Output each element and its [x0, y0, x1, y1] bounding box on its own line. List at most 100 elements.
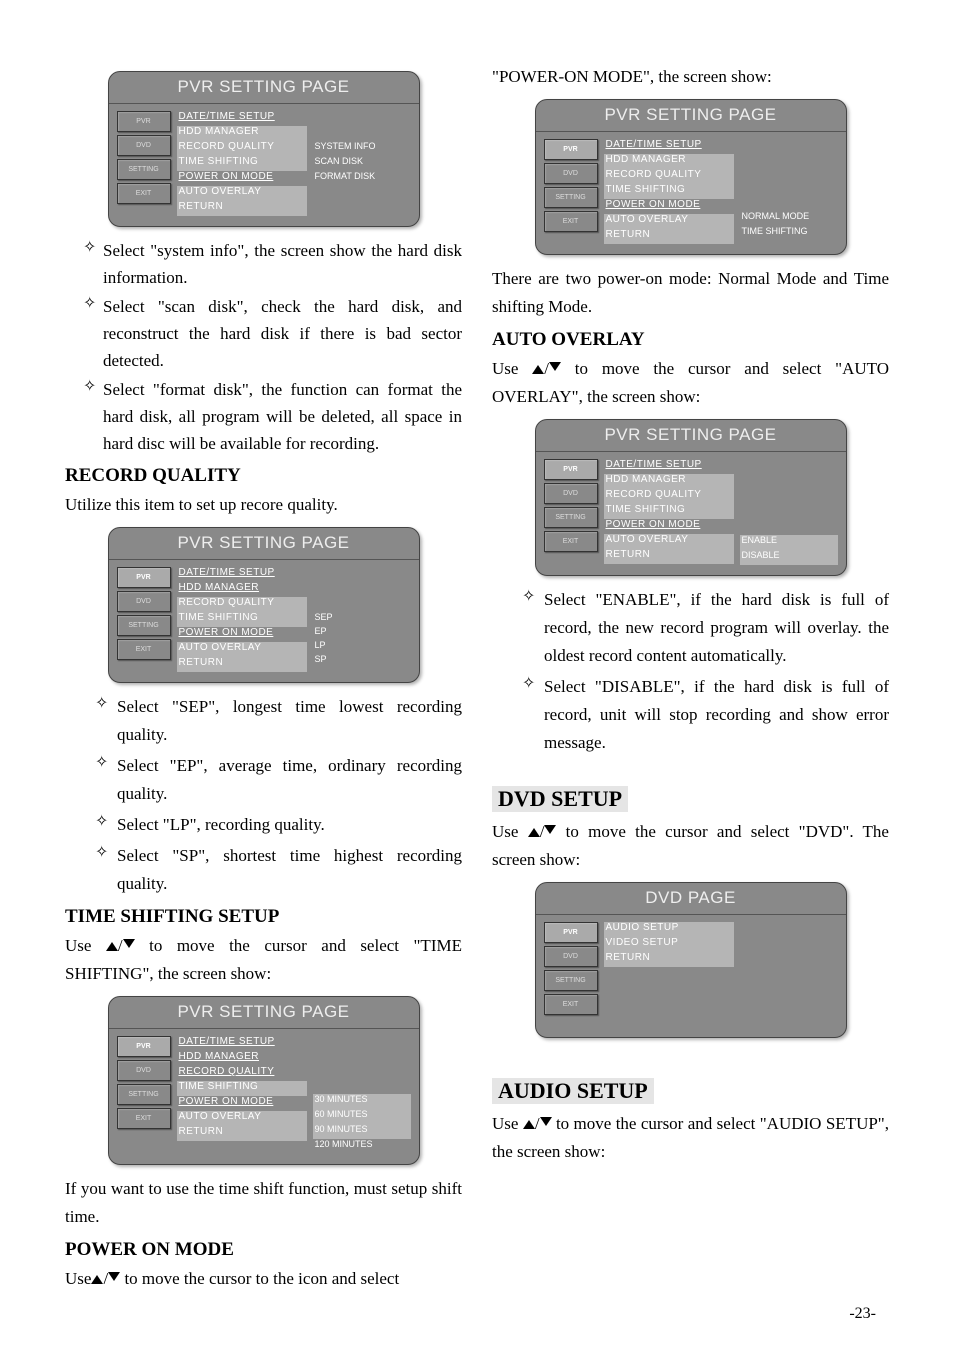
mi: POWER ON MODE: [177, 627, 307, 642]
mi: RETURN: [177, 201, 307, 216]
down-arrow-icon: [540, 1117, 552, 1129]
heading-auto-overlay: AUTO OVERLAY: [492, 329, 889, 351]
sub: DISABLE: [740, 550, 838, 565]
up-arrow-icon: [528, 825, 540, 837]
nav-setting: SETTING: [544, 970, 598, 991]
up-arrow-icon: [106, 939, 118, 951]
mi: POWER ON MODE: [604, 519, 734, 534]
menu-dvd: DVD PAGE PVR DVD SETTING EXIT AUDIO SETU…: [535, 882, 847, 1038]
heading-record-quality: RECORD QUALITY: [65, 465, 462, 487]
up-arrow-icon: [523, 1117, 535, 1129]
mi: TIME SHIFTING: [604, 184, 734, 199]
menu-title: PVR SETTING PAGE: [109, 72, 419, 104]
sub: SEP: [313, 612, 411, 626]
diamond-icon: ✧: [95, 811, 117, 839]
mi: HDD MANAGER: [604, 474, 734, 489]
down-arrow-icon: [123, 939, 135, 951]
text: Use/ to move the cursor to the icon and …: [65, 1265, 462, 1293]
bullet: ✧Select "DISABLE", if the hard disk is f…: [492, 673, 889, 757]
text: Utilize this item to set up recore quali…: [65, 491, 462, 519]
bullet-text: Select "ENABLE", if the hard disk is ful…: [544, 586, 889, 670]
menu-title: PVR SETTING PAGE: [536, 420, 846, 452]
nav-dvd: DVD: [544, 483, 598, 504]
mi: POWER ON MODE: [177, 1096, 307, 1111]
down-arrow-icon: [544, 825, 556, 837]
sub: 30 MINUTES: [313, 1094, 411, 1109]
sub: TIME SHIFTING: [740, 226, 838, 241]
nav-pvr: PVR: [544, 139, 598, 160]
diamond-icon: ✧: [83, 293, 103, 374]
bullet: ✧Select "EP", average time, ordinary rec…: [65, 752, 462, 808]
bullet-text: Select "SEP", longest time lowest record…: [117, 693, 462, 749]
mi: AUTO OVERLAY: [177, 186, 307, 201]
mi: RECORD QUALITY: [177, 141, 307, 156]
nav-dvd: DVD: [117, 591, 171, 612]
mi: DATE/TIME SETUP: [604, 459, 734, 474]
text: Use / to move the cursor and select "AUD…: [492, 1110, 889, 1166]
sub: 90 MINUTES: [313, 1124, 411, 1139]
up-arrow-icon: [91, 1272, 103, 1284]
nav-pvr: PVR: [117, 567, 171, 588]
bullet: ✧Select "SP", shortest time highest reco…: [65, 842, 462, 898]
menu-title: PVR SETTING PAGE: [536, 100, 846, 132]
sub: LP: [313, 640, 411, 654]
diamond-icon: ✧: [83, 376, 103, 457]
sub: ENABLE: [740, 535, 838, 550]
up-arrow-icon: [532, 362, 544, 374]
mi: RECORD QUALITY: [177, 1066, 307, 1081]
nav-setting: SETTING: [117, 615, 171, 636]
text: Use / to move the cursor and select "DVD…: [492, 818, 889, 874]
mi: HDD MANAGER: [177, 582, 307, 597]
bullet-text: Select "SP", shortest time highest recor…: [117, 842, 462, 898]
sub: 60 MINUTES: [313, 1109, 411, 1124]
nav-exit: EXIT: [117, 1108, 171, 1129]
nav-dvd: DVD: [544, 163, 598, 184]
mi: RETURN: [604, 549, 734, 564]
bullet: ✧Select "format disk", the function can …: [65, 376, 462, 457]
heading-dvd-setup: DVD SETUP: [492, 786, 628, 812]
menu-pvr-pom: PVR SETTING PAGE PVR DVD SETTING EXIT DA…: [535, 99, 847, 255]
mi: POWER ON MODE: [604, 199, 734, 214]
menu-pvr-hdd: PVR SETTING PAGE PVR DVD SETTING EXIT DA…: [108, 71, 420, 227]
bullet-text: Select "LP", recording quality.: [117, 811, 462, 839]
sub: SCAN DISK: [313, 156, 411, 171]
right-col: "POWER-ON MODE", the screen show: PVR SE…: [492, 63, 889, 1293]
bullet-text: Select "DISABLE", if the hard disk is fu…: [544, 673, 889, 757]
mi: TIME SHIFTING: [177, 156, 307, 171]
mi: RECORD QUALITY: [177, 597, 307, 612]
mi: VIDEO SETUP: [604, 937, 734, 952]
mi: RETURN: [177, 657, 307, 672]
nav-exit: EXIT: [544, 531, 598, 552]
mi: RECORD QUALITY: [604, 489, 734, 504]
text: Use / to move the cursor and select "TIM…: [65, 932, 462, 988]
mi: AUTO OVERLAY: [604, 214, 734, 229]
sub: EP: [313, 626, 411, 640]
nav-pvr: PVR: [544, 922, 598, 943]
bullet: ✧Select "ENABLE", if the hard disk is fu…: [492, 586, 889, 670]
nav-dvd: DVD: [544, 946, 598, 967]
mi: DATE/TIME SETUP: [604, 139, 734, 154]
sub: 120 MINUTES: [313, 1139, 411, 1154]
page: PVR SETTING PAGE PVR DVD SETTING EXIT DA…: [0, 0, 954, 1351]
bullet: ✧Select "scan disk", check the hard disk…: [65, 293, 462, 374]
menu-pvr-ts: PVR SETTING PAGE PVR DVD SETTING EXIT DA…: [108, 996, 420, 1165]
mi: DATE/TIME SETUP: [177, 567, 307, 582]
diamond-icon: ✧: [95, 752, 117, 808]
bullet: ✧Select "LP", recording quality.: [65, 811, 462, 839]
sub: SP: [313, 654, 411, 668]
diamond-icon: ✧: [522, 673, 544, 757]
columns: PVR SETTING PAGE PVR DVD SETTING EXIT DA…: [65, 63, 889, 1293]
sub: SYSTEM INFO: [313, 141, 411, 156]
nav-setting: SETTING: [544, 187, 598, 208]
nav-exit: EXIT: [544, 994, 598, 1015]
bullet: ✧Select "system info", the screen show t…: [65, 237, 462, 291]
mi: RETURN: [177, 1126, 307, 1141]
nav-setting: SETTING: [117, 1084, 171, 1105]
bullet-text: Select "EP", average time, ordinary reco…: [117, 752, 462, 808]
mi: AUTO OVERLAY: [177, 642, 307, 657]
nav-pvr: PVR: [117, 1036, 171, 1057]
menu-title: PVR SETTING PAGE: [109, 528, 419, 560]
mi: TIME SHIFTING: [177, 1081, 307, 1096]
bullet-text: Select "format disk", the function can f…: [103, 376, 462, 457]
left-col: PVR SETTING PAGE PVR DVD SETTING EXIT DA…: [65, 63, 462, 1293]
